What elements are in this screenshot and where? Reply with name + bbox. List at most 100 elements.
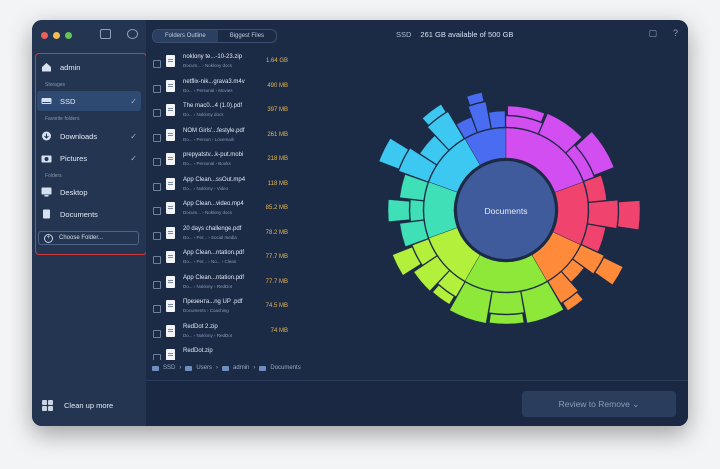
file-checkbox[interactable]: [153, 109, 161, 117]
view-tabs: Folders Outline Biggest Files: [152, 29, 278, 43]
file-path: Documents › Coaching: [183, 308, 229, 313]
sidebar-item-downloads[interactable]: Downloads ✓: [41, 126, 141, 146]
file-checkbox[interactable]: [153, 354, 161, 360]
file-checkbox[interactable]: [153, 329, 161, 338]
sidebar-item-label: Documents: [60, 209, 98, 219]
file-checkbox[interactable]: [153, 280, 161, 289]
sidebar-toggle-icon[interactable]: [100, 29, 111, 39]
sidebar-item-ssd[interactable]: SSD ✓: [37, 91, 141, 111]
disk-title: SSD 261 GB available of 500 GB: [396, 30, 513, 39]
file-checkbox[interactable]: [153, 182, 161, 191]
plus-icon: +: [44, 233, 53, 243]
folder-sunburst-chart[interactable]: Documents: [346, 50, 666, 370]
app-window: admin Storages SSD ✓ Favorite folders Do…: [32, 20, 688, 426]
clean-up-more-label: Clean up more: [64, 401, 114, 410]
file-icon: [166, 324, 175, 337]
folder-icon: [222, 365, 230, 371]
breadcrumb-item[interactable]: SSD: [163, 365, 175, 371]
file-path: Do... › Noklony docs: [183, 112, 224, 117]
chart-ring-segment[interactable]: [489, 313, 525, 325]
close-window-button[interactable]: [41, 32, 48, 39]
chart-center-label: Documents: [485, 206, 528, 216]
file-row[interactable]: netflix-nik...grava3.m4v Do... › Personal…: [150, 77, 292, 101]
chart-ring-segment[interactable]: [387, 199, 410, 222]
sidebar-section-storages: Storages: [45, 82, 66, 88]
file-row[interactable]: RedDot 2.zip Do... › Noklony › RedDot 74 M…: [150, 322, 292, 346]
file-icon: [166, 55, 175, 67]
sidebar-item-desktop[interactable]: Desktop: [41, 182, 141, 202]
breadcrumb-item[interactable]: admin: [233, 365, 249, 371]
file-row[interactable]: Презента...ng UP .pdf Documents › Coachin…: [150, 297, 292, 321]
file-row[interactable]: App Clean...ssOut.mp4 Do... › Noklony › V…: [150, 175, 292, 199]
file-checkbox[interactable]: [153, 305, 161, 313]
choose-folder-button[interactable]: + Choose Folder...: [38, 231, 139, 245]
file-row[interactable]: RedDot.zip: [150, 346, 292, 360]
file-row[interactable]: App Clean...video.mp4 Docum... › Noklony …: [150, 199, 292, 223]
file-name: App Clean...ntation.pdf: [183, 274, 245, 281]
file-checkbox[interactable]: [153, 256, 161, 264]
bottom-bar: Review to Remove ⌄: [146, 380, 688, 426]
history-icon[interactable]: [127, 29, 138, 39]
file-size: 77.7 MB: [265, 254, 288, 260]
file-row[interactable]: The mac0...4 (1.0).pdf Do... › Noklony do…: [150, 101, 292, 125]
window-controls: [41, 32, 72, 39]
sidebar-item-label: Desktop: [60, 187, 88, 197]
file-size: 218 MB: [267, 156, 288, 162]
file-name: 20 days challenge.pdf: [183, 225, 242, 232]
file-name: netflix-nik...grava3.m4v: [183, 78, 245, 85]
zoom-window-button[interactable]: [65, 32, 72, 39]
chart-ring-segment[interactable]: [617, 200, 641, 230]
file-checkbox[interactable]: [153, 84, 161, 93]
file-icon: [166, 104, 175, 116]
file-icon: [166, 128, 175, 141]
file-name: Презента...ng UP .pdf: [183, 299, 243, 305]
sidebar-item-label: Downloads: [60, 131, 98, 141]
file-size: 85.2 MB: [265, 205, 288, 211]
file-row[interactable]: App Clean...ntation.pdf Do... › Noklony ›…: [150, 273, 292, 297]
disk-status: 261 GB available of 500 GB: [420, 30, 514, 39]
file-icon: [166, 349, 175, 360]
file-size: 1.64 GB: [265, 58, 288, 64]
help-icon[interactable]: ?: [673, 28, 678, 39]
sidebar-item-label: SSD: [60, 96, 76, 106]
file-checkbox[interactable]: [153, 133, 161, 142]
file-row[interactable]: NOM Girls'...festyle.pdf Do... › Person ›…: [150, 126, 292, 150]
file-icon: [166, 275, 175, 288]
file-name: noklony te...-10-23.zip: [183, 54, 243, 60]
file-path: Do... › Per... › No... › Clean: [183, 259, 237, 264]
file-row[interactable]: App Clean...ntation.pdf Do... › Per... › …: [150, 248, 292, 272]
file-row[interactable]: 20 days challenge.pdf Do... › Per... › So…: [150, 224, 292, 248]
tab-folders-outline[interactable]: Folders Outline: [153, 30, 218, 42]
breadcrumb-item[interactable]: Users: [196, 365, 212, 371]
file-size: 74.5 MB: [265, 303, 288, 309]
breadcrumb: SSD › Users › admin › Documents: [152, 365, 301, 371]
file-checkbox[interactable]: [153, 231, 161, 240]
checkmark-icon: ✓: [130, 96, 137, 106]
sidebar-item-documents[interactable]: Documents: [41, 204, 141, 224]
grid-icon: [42, 400, 53, 411]
review-to-remove-button[interactable]: Review to Remove ⌄: [522, 391, 676, 417]
file-row[interactable]: prepyatstv...k-put.mobi Do... › Personal …: [150, 150, 292, 174]
sidebar-item-admin[interactable]: admin: [41, 57, 141, 77]
chat-icon[interactable]: ▢: [648, 28, 657, 39]
file-path: Do... › Noklony › Video: [183, 185, 229, 191]
clean-up-more-button[interactable]: Clean up more: [42, 400, 113, 411]
file-row[interactable]: noklony te...-10-23.zip Docum... › Noklon…: [150, 52, 292, 76]
chart-ring-segment[interactable]: [488, 110, 506, 129]
minimize-window-button[interactable]: [53, 32, 60, 39]
file-name: App Clean...ssOut.mp4: [183, 176, 246, 183]
chart-ring-segment[interactable]: [464, 254, 548, 293]
sidebar-item-pictures[interactable]: Pictures ✓: [41, 148, 141, 168]
file-checkbox[interactable]: [153, 60, 161, 68]
file-icon: [166, 153, 175, 165]
download-icon: [41, 131, 52, 141]
chart-ring-segment[interactable]: [587, 200, 619, 229]
file-checkbox[interactable]: [153, 158, 161, 166]
chart-ring-segment[interactable]: [409, 199, 424, 222]
file-size: 261 MB: [267, 131, 288, 138]
tab-biggest-files[interactable]: Biggest Files: [218, 30, 276, 42]
breadcrumb-item[interactable]: Documents: [270, 365, 300, 371]
chart-ring-segment[interactable]: [488, 291, 525, 315]
file-checkbox[interactable]: [153, 207, 161, 215]
desktop-icon: [41, 187, 52, 197]
